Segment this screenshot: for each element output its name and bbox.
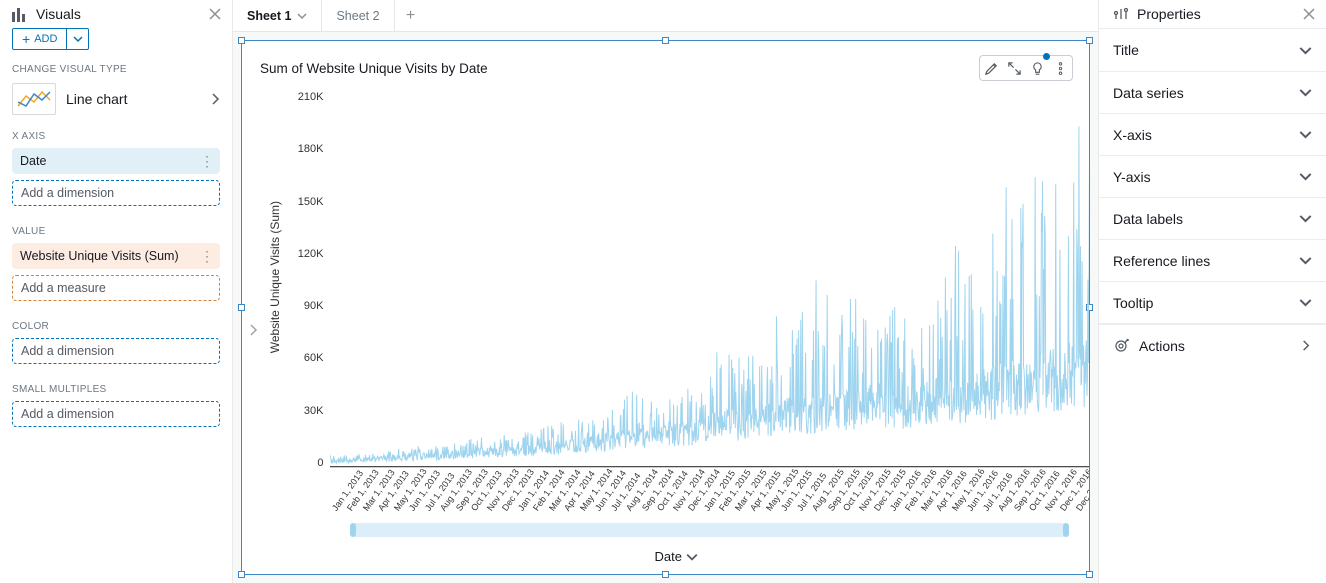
property-row-y-axis[interactable]: Y-axis (1099, 155, 1326, 197)
property-row-x-axis[interactable]: X-axis (1099, 113, 1326, 155)
x-axis-label: Date (655, 549, 682, 564)
chevron-down-icon (1299, 86, 1312, 99)
small-multiples-section-header: SMALL MULTIPLES (12, 380, 220, 401)
value-section-header: VALUE (12, 222, 220, 243)
close-icon[interactable] (1302, 7, 1316, 21)
chevron-right-icon (1299, 339, 1312, 352)
chevron-down-icon (1299, 296, 1312, 309)
chevron-right-icon (208, 92, 222, 106)
kebab-icon[interactable]: ⋮ (200, 153, 214, 170)
pencil-icon[interactable] (984, 61, 999, 76)
x-axis-ticks: Jan 1, 2013Feb 1, 2013Mar 1, 2013Apr 1, … (330, 469, 1090, 519)
kebab-icon[interactable]: ⋮ (200, 248, 214, 265)
small-multiples-add-dimension[interactable]: Add a dimension (12, 401, 220, 427)
visual-frame[interactable]: Sum of Website Unique Visits by Date Web… (241, 40, 1090, 575)
expand-icon[interactable] (1007, 61, 1022, 76)
bar-chart-icon (12, 6, 28, 22)
value-add-measure[interactable]: Add a measure (12, 275, 220, 301)
visuals-title: Visuals (36, 6, 200, 22)
sheet-tabs: Sheet 1 Sheet 2 + (233, 0, 1098, 32)
add-visual-caret[interactable] (67, 28, 89, 50)
xaxis-field-pill[interactable]: Date⋮ (12, 148, 220, 174)
xaxis-section-header: X AXIS (12, 127, 220, 148)
canvas-area: Sheet 1 Sheet 2 + Sum of Website Unique … (233, 0, 1098, 583)
visual-toolbar (979, 55, 1073, 81)
chevron-down-icon (1299, 212, 1312, 225)
color-add-dimension[interactable]: Add a dimension (12, 338, 220, 364)
add-visual-button[interactable]: +ADD (12, 28, 67, 50)
kebab-icon[interactable] (1053, 61, 1068, 76)
property-row-title[interactable]: Title (1099, 29, 1326, 71)
properties-panel: Properties TitleData seriesX-axisY-axisD… (1098, 0, 1326, 583)
tab-sheet-1[interactable]: Sheet 1 (233, 0, 322, 31)
color-section-header: COLOR (12, 317, 220, 338)
tab-sheet-2[interactable]: Sheet 2 (322, 0, 394, 31)
chevron-down-icon (1299, 254, 1312, 267)
target-icon (1113, 338, 1129, 354)
y-axis-label: Website Unique Visits (Sum) (268, 201, 282, 353)
visuals-panel: Visuals +ADD CHANGE VISUAL TYPE Line cha… (0, 0, 233, 583)
xaxis-add-dimension[interactable]: Add a dimension (12, 180, 220, 206)
properties-icon (1113, 6, 1129, 22)
line-chart[interactable] (330, 85, 1090, 469)
line-chart-icon (12, 83, 56, 115)
time-scrubber[interactable] (350, 523, 1070, 543)
chevron-right-icon[interactable] (246, 323, 260, 337)
chevron-down-icon[interactable] (297, 11, 307, 21)
properties-title: Properties (1137, 6, 1294, 22)
chevron-down-icon (1299, 128, 1312, 141)
close-icon[interactable] (208, 7, 222, 21)
property-row-reference-lines[interactable]: Reference lines (1099, 239, 1326, 281)
y-axis-ticks: 210K180K150K120K90K60K30K0 (286, 85, 330, 469)
change-visual-type-header: CHANGE VISUAL TYPE (0, 60, 232, 81)
add-sheet-button[interactable]: + (395, 0, 427, 31)
chevron-down-icon (1299, 170, 1312, 183)
chevron-down-icon[interactable] (686, 551, 698, 563)
chart-title: Sum of Website Unique Visits by Date (260, 61, 979, 76)
chevron-down-icon (1299, 44, 1312, 57)
property-row-tooltip[interactable]: Tooltip (1099, 281, 1326, 323)
value-field-pill[interactable]: Website Unique Visits (Sum)⋮ (12, 243, 220, 269)
property-actions[interactable]: Actions (1099, 324, 1326, 366)
bulb-icon[interactable] (1030, 61, 1045, 76)
notification-dot (1043, 53, 1050, 60)
visual-type-selector[interactable]: Line chart (0, 81, 232, 125)
property-row-data-labels[interactable]: Data labels (1099, 197, 1326, 239)
property-row-data-series[interactable]: Data series (1099, 71, 1326, 113)
